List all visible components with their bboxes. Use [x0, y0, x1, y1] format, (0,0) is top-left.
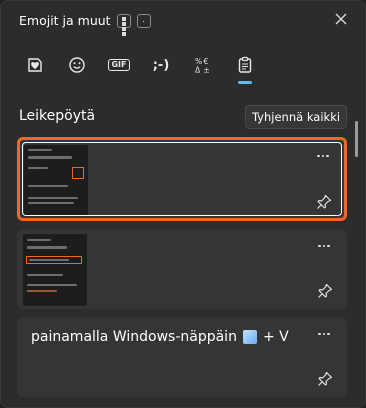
clipboard-text-suffix: + V — [262, 329, 289, 345]
highlight-box — [72, 167, 84, 179]
title-bar: Emojit ja muut . — [19, 13, 151, 36]
pin-icon[interactable] — [317, 371, 333, 387]
tab-symbols[interactable]: % € Δ ± — [183, 49, 223, 81]
more-icon — [318, 332, 321, 336]
svg-text:Δ: Δ — [195, 66, 201, 75]
clipboard-text: painamalla Windows-näppäin + V — [31, 329, 289, 345]
smiley-icon — [69, 57, 85, 73]
clipboard-item-3[interactable]: painamalla Windows-näppäin + V — [17, 317, 347, 397]
symbols-icon: % € Δ ± — [195, 57, 210, 75]
heart-sticker-icon — [28, 58, 42, 72]
more-options-button[interactable] — [314, 149, 332, 163]
more-icon — [317, 154, 320, 158]
clipboard-text-value: painamalla Windows-näppäin — [31, 329, 237, 345]
tab-stickers[interactable] — [15, 49, 55, 81]
svg-text:±: ± — [204, 66, 210, 75]
clipboard-icon — [238, 56, 252, 73]
tab-clipboard[interactable] — [225, 49, 265, 84]
tab-emoji[interactable] — [57, 49, 97, 81]
scrollbar-thumb[interactable] — [355, 121, 358, 157]
emoji-panel: Emojit ja muut . GIF ;-) % € Δ ± Leikepö… — [0, 0, 366, 408]
more-options-button[interactable] — [315, 327, 333, 341]
pin-icon[interactable] — [317, 283, 333, 299]
clipboard-item-2[interactable] — [17, 229, 347, 309]
period-key-hint: . — [136, 13, 151, 28]
windows-key-icon — [116, 13, 131, 36]
category-tabs: GIF ;-) % € Δ ± — [15, 49, 265, 84]
window-title: Emojit ja muut — [19, 13, 111, 28]
windows-logo-icon — [242, 330, 257, 344]
clipboard-image-thumbnail — [23, 234, 87, 306]
clipboard-item-1[interactable] — [17, 137, 347, 221]
tab-gif[interactable]: GIF — [99, 49, 139, 81]
tab-kaomoji[interactable]: ;-) — [141, 49, 181, 81]
clear-all-button[interactable]: Tyhjennä kaikki — [245, 105, 347, 129]
clipboard-section-title: Leikepöytä — [19, 108, 96, 124]
pin-icon[interactable] — [316, 194, 332, 210]
more-options-button[interactable] — [315, 239, 333, 253]
clipboard-image-thumbnail — [24, 145, 88, 215]
more-icon — [318, 244, 321, 248]
close-icon — [335, 13, 347, 25]
kaomoji-icon: ;-) — [152, 57, 170, 73]
gif-icon: GIF — [108, 59, 130, 71]
close-button[interactable] — [331, 9, 351, 29]
